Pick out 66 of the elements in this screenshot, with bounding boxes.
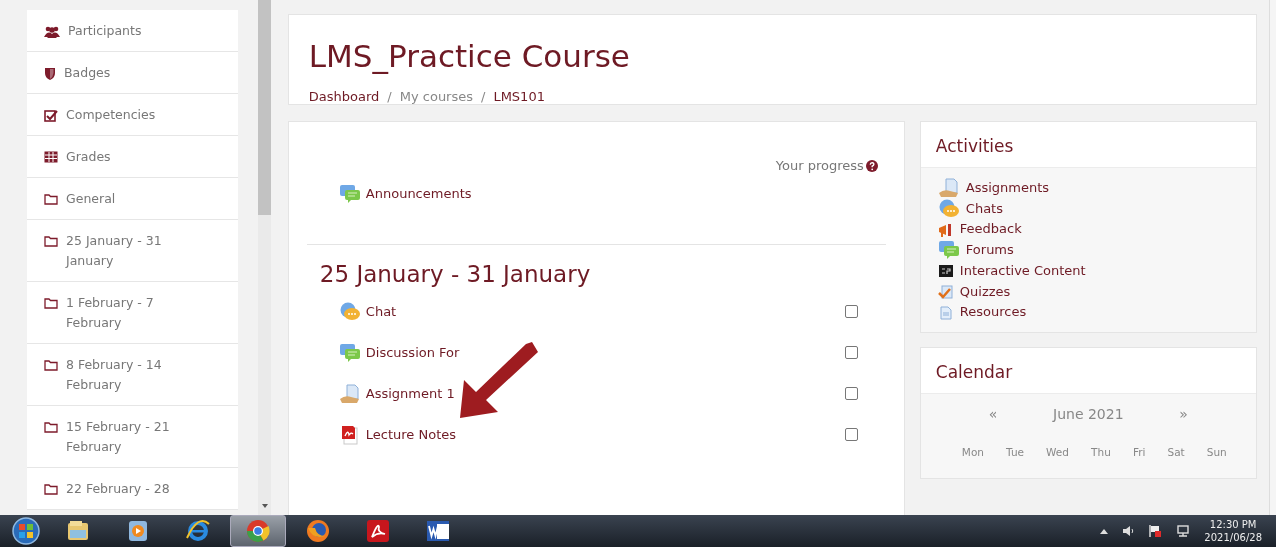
show-hidden-icon (1100, 528, 1109, 534)
document-hand-icon (937, 178, 960, 199)
completion-checkbox[interactable] (844, 346, 858, 359)
speech-bubbles-icon (937, 240, 960, 261)
completion-checkbox[interactable] (844, 305, 858, 318)
month-label: June 2021 (1053, 405, 1124, 422)
weekday-label: Thu (1091, 445, 1111, 458)
activity-link[interactable]: Chat (338, 301, 397, 322)
weekday-label: Wed (1046, 445, 1069, 458)
people-icon (44, 25, 60, 38)
browser-app-icon (245, 518, 271, 544)
folder-icon (44, 235, 58, 247)
clock[interactable]: 12:30 PM 2021/06/28 (1204, 518, 1262, 544)
activity-type-link[interactable]: Assignments (937, 178, 1242, 199)
chat-bubble-icon (937, 199, 960, 220)
course-title: LMS_Practice Course (308, 37, 631, 75)
content-badge-icon (937, 264, 954, 279)
activity-type-link[interactable]: Interactive Content (937, 260, 1242, 282)
progress-label: Your progress (775, 158, 864, 173)
weekday-label: Sat (1167, 445, 1185, 458)
speaker-icon (1122, 525, 1135, 537)
activity-type-link[interactable]: Feedback (937, 219, 1242, 241)
block-title: Activities (920, 122, 1256, 168)
activity-link[interactable]: Lecture Notes (338, 424, 457, 445)
file-icon (937, 305, 954, 320)
letter-e-app-icon (185, 518, 211, 544)
activity-link[interactable]: Announcements (338, 183, 472, 204)
pdf-app-icon (365, 518, 391, 544)
flag-icon (1148, 524, 1163, 538)
grid-icon (44, 151, 58, 163)
folder-icon (44, 483, 58, 495)
quiz-check-icon (937, 284, 954, 299)
activity-type-link[interactable]: Resources (937, 302, 1242, 323)
weekday-label: Sun (1206, 445, 1227, 458)
breadcrumb-link[interactable]: LMS101 (493, 89, 545, 104)
activity-type-link[interactable]: Forums (937, 240, 1242, 261)
section-title: 25 January - 31 January (319, 261, 592, 287)
folder-icon (44, 193, 58, 205)
activity-link[interactable]: Assignment 1 (338, 383, 455, 404)
checkbox-icon (44, 109, 58, 122)
document-hand-icon (338, 383, 361, 404)
shield-icon (44, 67, 56, 80)
breadcrumb-separator: / (387, 89, 392, 104)
activity-type-link[interactable]: Quizzes (937, 281, 1242, 303)
chat-bubble-icon (338, 301, 361, 322)
help-icon (865, 159, 878, 172)
breadcrumb-separator: / (481, 89, 486, 104)
activity-type-link[interactable]: Chats (937, 198, 1242, 220)
completion-checkbox[interactable] (844, 387, 858, 400)
scrollbar[interactable] (257, 0, 271, 515)
weekday-label: Mon (961, 445, 984, 458)
completion-checkbox[interactable] (844, 428, 858, 441)
megaphone-icon (937, 222, 954, 237)
folder-icon (44, 359, 58, 371)
network-icon (1176, 524, 1191, 538)
weekday-label: Fri (1132, 445, 1146, 458)
speech-bubbles-icon (338, 183, 361, 204)
folder-icon (44, 421, 58, 433)
breadcrumb-link[interactable]: My courses (399, 89, 473, 104)
block-title: Calendar (920, 347, 1256, 394)
speech-bubbles-icon (338, 342, 361, 363)
activity-link[interactable]: Discussion For (338, 342, 460, 363)
weekday-label: Tue (1006, 445, 1024, 458)
folder-icon (44, 297, 58, 309)
document-app-icon (425, 518, 451, 544)
breadcrumb-link[interactable]: Dashboard (308, 89, 380, 104)
